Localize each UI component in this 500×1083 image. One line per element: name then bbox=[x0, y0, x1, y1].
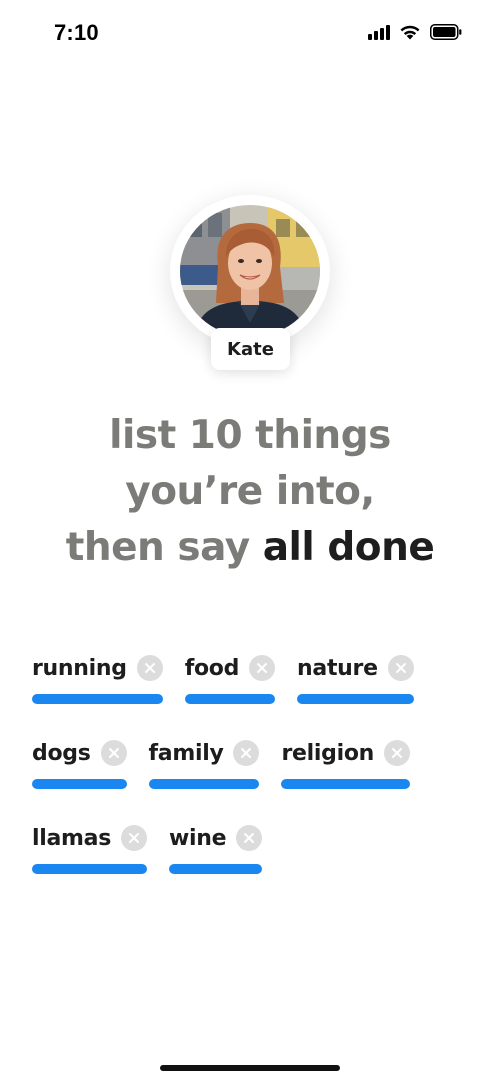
remove-tag-icon[interactable] bbox=[136, 655, 163, 681]
profile-name-badge: Kate bbox=[211, 328, 290, 370]
headline-line-2: you’re into, bbox=[125, 469, 375, 514]
tag-underline bbox=[148, 779, 260, 789]
status-icons bbox=[368, 24, 462, 40]
interest-tag[interactable]: wine bbox=[169, 818, 263, 903]
wifi-icon bbox=[399, 24, 421, 40]
remove-tag-icon[interactable] bbox=[384, 740, 411, 766]
avatar-frame bbox=[170, 195, 330, 347]
interest-tag[interactable]: family bbox=[148, 733, 260, 818]
tag-underline bbox=[169, 864, 263, 874]
headline-line-1: list 10 things bbox=[109, 413, 391, 458]
remove-tag-icon[interactable] bbox=[233, 740, 260, 766]
remove-tag-icon[interactable] bbox=[387, 655, 414, 681]
status-time: 7:10 bbox=[54, 20, 99, 45]
signal-icon bbox=[368, 24, 390, 40]
headline-line-3: then say all done bbox=[0, 520, 500, 576]
tag-underline bbox=[297, 694, 414, 704]
tag-row: running food nature bbox=[32, 648, 472, 733]
battery-icon bbox=[430, 24, 462, 40]
tag-underline bbox=[184, 694, 276, 704]
tag-label: llamas bbox=[32, 825, 111, 851]
remove-tag-icon[interactable] bbox=[121, 825, 147, 851]
tag-underline bbox=[32, 864, 147, 874]
remove-tag-icon[interactable] bbox=[100, 740, 127, 766]
remove-tag-icon[interactable] bbox=[236, 825, 263, 851]
interest-tag[interactable]: dogs bbox=[32, 733, 127, 818]
all-done-label[interactable]: all done bbox=[263, 525, 435, 570]
tag-label: family bbox=[148, 740, 224, 766]
tag-row: dogs family religion bbox=[32, 733, 472, 818]
tag-underline bbox=[281, 779, 411, 789]
interest-tag[interactable]: religion bbox=[281, 733, 411, 818]
tag-label: dogs bbox=[32, 740, 91, 766]
tag-label: running bbox=[32, 655, 127, 681]
interest-tag[interactable]: llamas bbox=[32, 818, 147, 903]
interest-tag[interactable]: food bbox=[184, 648, 276, 733]
headline: list 10 things you’re into, then say all… bbox=[0, 408, 500, 576]
tag-label: wine bbox=[169, 825, 227, 851]
tag-underline bbox=[32, 694, 163, 704]
interest-tag[interactable]: running bbox=[32, 648, 163, 733]
interest-tags: running food nature dogs family religion… bbox=[32, 648, 472, 903]
status-bar: 7:10 bbox=[0, 0, 500, 70]
tag-row: llamas wine bbox=[32, 818, 472, 903]
tag-label: food bbox=[184, 655, 240, 681]
headline-line-3-prefix: then say bbox=[65, 525, 263, 570]
tag-label: religion bbox=[281, 740, 375, 766]
remove-tag-icon[interactable] bbox=[249, 655, 276, 681]
avatar[interactable] bbox=[180, 205, 320, 337]
tag-underline bbox=[32, 779, 127, 789]
tag-label: nature bbox=[297, 655, 378, 681]
interest-tag[interactable]: nature bbox=[297, 648, 414, 733]
home-indicator[interactable] bbox=[160, 1065, 340, 1071]
